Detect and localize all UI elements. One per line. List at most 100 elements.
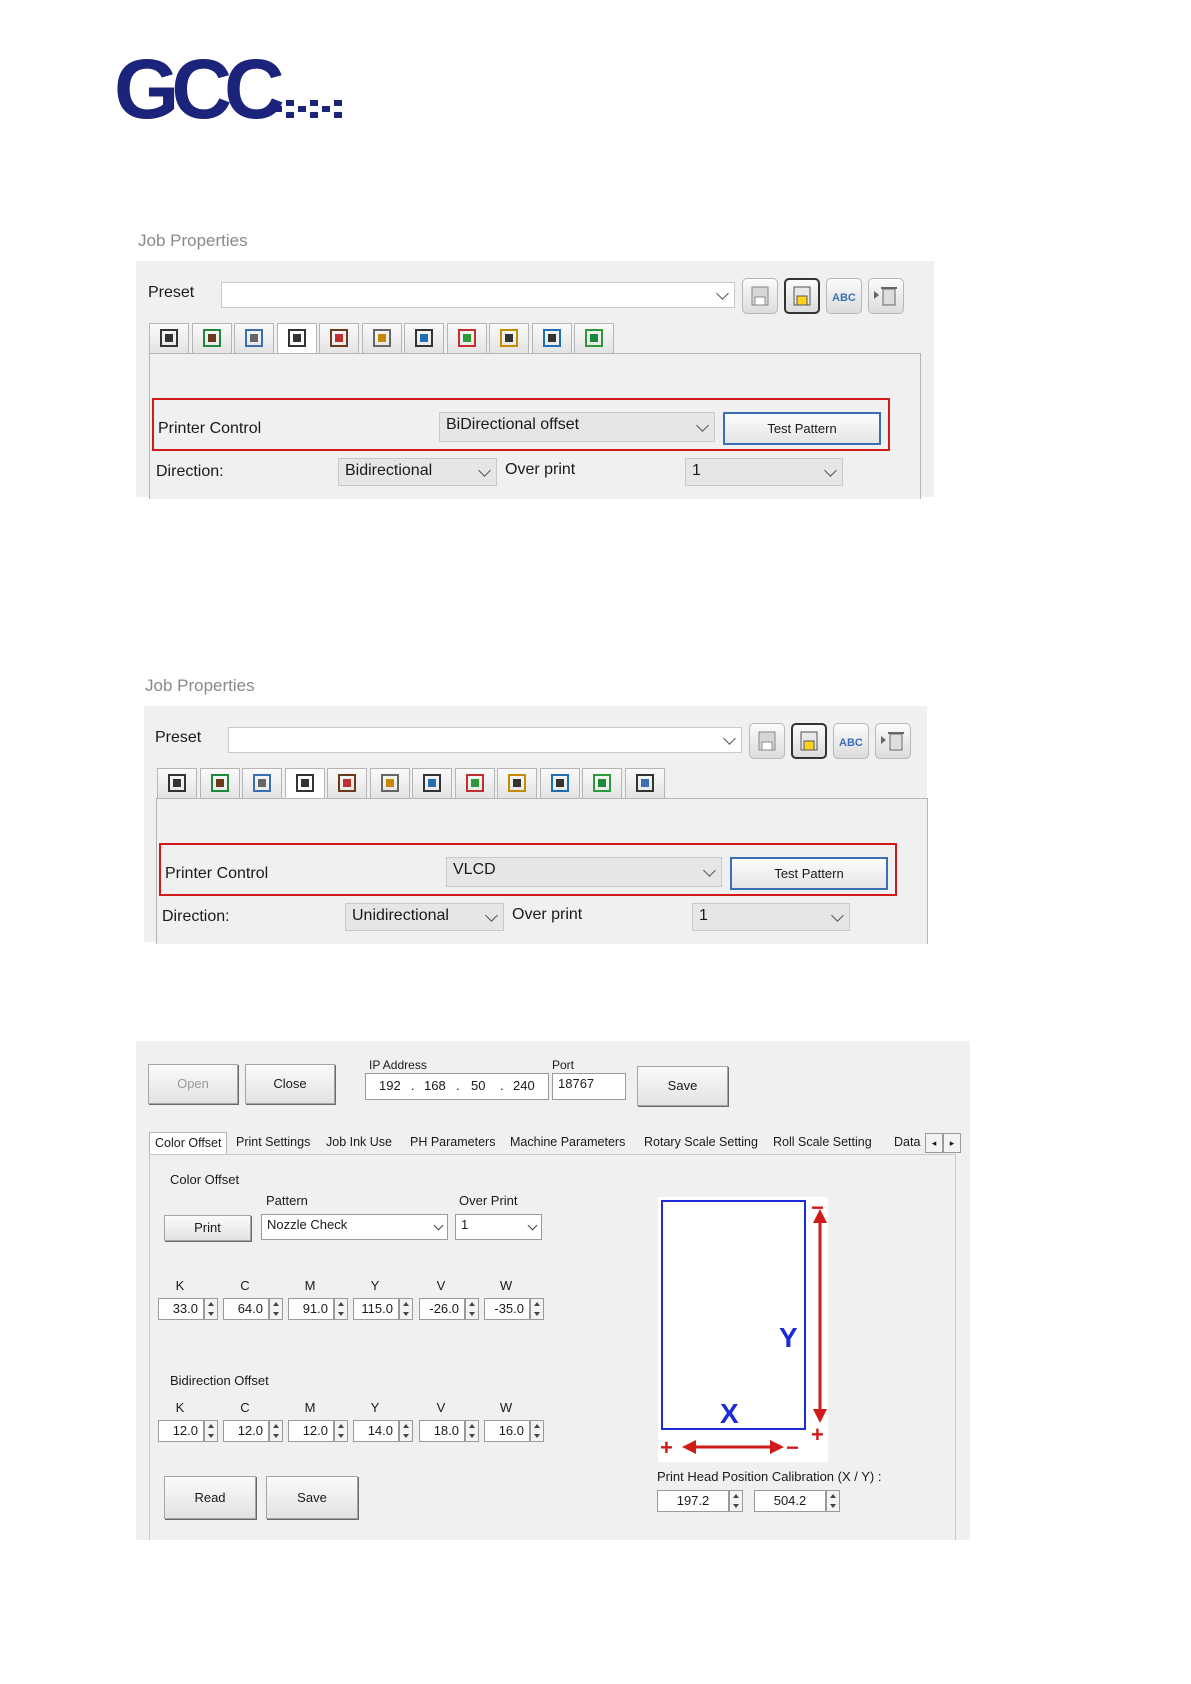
spin-arrows-icon[interactable] (269, 1420, 283, 1442)
bidirection-offset-k-stepper[interactable]: 12.0 (158, 1420, 218, 1442)
spin-arrows-icon[interactable] (269, 1298, 283, 1320)
delete-icon[interactable] (868, 278, 904, 314)
tab-ph-parameters[interactable]: PH Parameters (405, 1132, 500, 1154)
white-ink-icon[interactable] (582, 768, 622, 798)
bidirection-offset-c-stepper[interactable]: 12.0 (223, 1420, 283, 1442)
test-pattern-button[interactable]: Test Pattern (723, 412, 881, 445)
printer-control-icon[interactable] (276, 323, 317, 353)
spin-arrows-icon[interactable] (204, 1420, 218, 1442)
save-as-icon[interactable] (791, 723, 827, 759)
edit-color-icon[interactable] (624, 768, 665, 798)
spin-arrows-icon[interactable] (334, 1298, 348, 1320)
svg-text:ABC: ABC (832, 292, 856, 304)
spin-arrows-icon[interactable] (399, 1420, 413, 1442)
tab-data[interactable]: Data (889, 1132, 925, 1154)
spin-arrows-icon[interactable] (465, 1298, 479, 1320)
test-pattern-button[interactable]: Test Pattern (730, 857, 888, 890)
edit-color-icon[interactable] (574, 323, 614, 353)
ink-icon[interactable] (539, 768, 580, 798)
tab-scroll-left-icon[interactable]: ◂ (925, 1133, 943, 1153)
save-icon[interactable] (749, 723, 785, 759)
save-connection-button[interactable]: Save (637, 1066, 728, 1106)
port-label: Port (552, 1058, 575, 1072)
bidirection-offset-y-stepper[interactable]: 14.0 (353, 1420, 413, 1442)
spin-arrows-icon[interactable] (334, 1420, 348, 1442)
tab-machine-parameters[interactable]: Machine Parameters (505, 1132, 630, 1154)
color-offset-m-stepper[interactable]: 91.0 (288, 1298, 348, 1320)
printer-control-label: Printer Control (158, 420, 262, 437)
direction-select[interactable]: Unidirectional (345, 903, 504, 931)
head-icon[interactable] (327, 768, 367, 798)
preset-select[interactable] (228, 727, 742, 753)
printer-control-icon[interactable] (284, 768, 325, 798)
bidirection-offset-v-stepper[interactable]: 18.0 (419, 1420, 479, 1442)
overprint-select[interactable]: 1 (685, 458, 843, 486)
position-icon[interactable] (361, 323, 402, 353)
save-offsets-button[interactable]: Save (266, 1476, 358, 1519)
import-icon[interactable] (199, 768, 240, 798)
overprint-select[interactable]: 1 (692, 903, 850, 931)
tab-color-offset[interactable]: Color Offset (149, 1132, 228, 1154)
spin-arrows-icon[interactable] (729, 1490, 743, 1512)
close-button[interactable]: Close (245, 1064, 335, 1104)
spin-arrows-icon[interactable] (530, 1420, 544, 1442)
overprint-label: Over Print (459, 1193, 518, 1208)
tab-rotary-scale-setting[interactable]: Rotary Scale Setting (639, 1132, 763, 1154)
calibration-x-stepper[interactable]: 197.2 (657, 1490, 745, 1512)
layers-icon[interactable] (446, 323, 487, 353)
svg-text:GCC: GCC (114, 50, 283, 130)
tab-print-settings[interactable]: Print Settings (231, 1132, 315, 1154)
color-icon[interactable] (234, 323, 274, 353)
calibration-y-stepper[interactable]: 504.2 (754, 1490, 842, 1512)
spin-arrows-icon[interactable] (465, 1420, 479, 1442)
color-icon[interactable] (242, 768, 282, 798)
tab-scroll-right-icon[interactable]: ▸ (943, 1133, 961, 1153)
color-bar-icon[interactable] (404, 323, 444, 353)
chevron-down-icon (696, 419, 709, 432)
layout-icon[interactable] (149, 323, 189, 353)
channel-label-c: C (240, 1278, 250, 1293)
spin-arrows-icon[interactable] (399, 1298, 413, 1320)
tile-icon[interactable] (369, 768, 410, 798)
color-offset-y-stepper[interactable]: 115.0 (353, 1298, 413, 1320)
tab-roll-scale-setting[interactable]: Roll Scale Setting (768, 1132, 877, 1154)
preset-select[interactable] (221, 282, 735, 308)
color-bar-icon[interactable] (454, 768, 495, 798)
ink-icon[interactable] (489, 323, 529, 353)
rename-icon[interactable]: ABC (826, 278, 862, 314)
chevron-down-icon (824, 464, 837, 477)
color-offset-v-stepper[interactable]: -26.0 (419, 1298, 479, 1320)
position-icon[interactable] (412, 768, 452, 798)
bidirection-offset-m-stepper[interactable]: 12.0 (288, 1420, 348, 1442)
white-ink-icon[interactable] (531, 323, 572, 353)
port-field[interactable]: 18767 (552, 1073, 626, 1100)
open-button[interactable]: Open (148, 1064, 238, 1104)
ip-address-field[interactable]: 192 . 168 . 50 . 240 (365, 1073, 549, 1100)
layers-icon[interactable] (497, 768, 537, 798)
print-button[interactable]: Print (164, 1215, 251, 1241)
bidirection-offset-w-stepper[interactable]: 16.0 (484, 1420, 544, 1442)
spin-arrows-icon[interactable] (826, 1490, 840, 1512)
spin-arrows-icon[interactable] (530, 1298, 544, 1320)
import-icon[interactable] (191, 323, 232, 353)
layout-icon[interactable] (157, 768, 197, 798)
delete-icon[interactable] (875, 723, 911, 759)
direction-label: Direction: (162, 908, 230, 925)
pattern-select[interactable]: Nozzle Check (261, 1214, 448, 1240)
chevron-down-icon (716, 287, 729, 300)
spin-arrows-icon[interactable] (204, 1298, 218, 1320)
tab-job-ink-use[interactable]: Job Ink Use (321, 1132, 397, 1154)
save-as-icon[interactable] (784, 278, 820, 314)
rename-icon[interactable]: ABC (833, 723, 869, 759)
overprint-select[interactable]: 1 (455, 1214, 542, 1240)
tile-icon[interactable] (319, 323, 359, 353)
color-offset-c-stepper[interactable]: 64.0 (223, 1298, 283, 1320)
direction-select[interactable]: Bidirectional (338, 458, 497, 486)
color-offset-w-stepper[interactable]: -35.0 (484, 1298, 544, 1320)
printer-control-select[interactable]: BiDirectional offset (439, 412, 715, 442)
read-button[interactable]: Read (164, 1476, 256, 1519)
color-offset-k-stepper[interactable]: 33.0 (158, 1298, 218, 1320)
printer-control-select[interactable]: VLCD (446, 857, 722, 887)
channel-label-k: K (175, 1400, 185, 1415)
save-icon[interactable] (742, 278, 778, 314)
